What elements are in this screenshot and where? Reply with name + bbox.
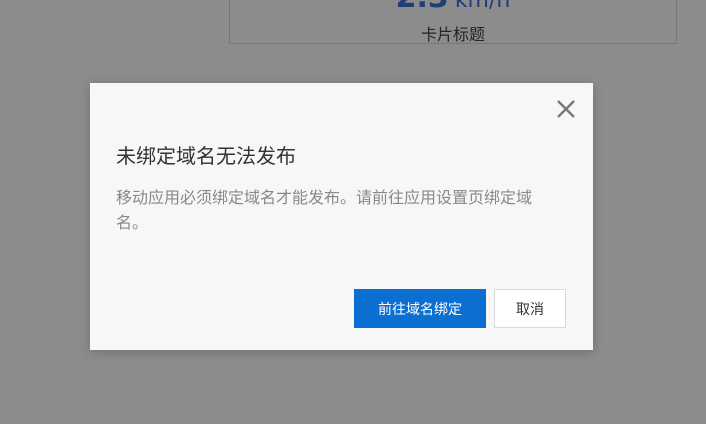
- go-bind-domain-button[interactable]: 前往域名绑定: [354, 289, 486, 328]
- cancel-button[interactable]: 取消: [494, 289, 566, 328]
- close-icon[interactable]: [552, 95, 580, 123]
- dialog-message: 移动应用必须绑定域名才能发布。请前往应用设置页绑定域名。: [116, 188, 533, 232]
- unbound-domain-dialog: 未绑定域名无法发布 移动应用必须绑定域名才能发布。请前往应用设置页绑定域名。 前…: [90, 83, 593, 350]
- dialog-title: 未绑定域名无法发布: [116, 144, 296, 168]
